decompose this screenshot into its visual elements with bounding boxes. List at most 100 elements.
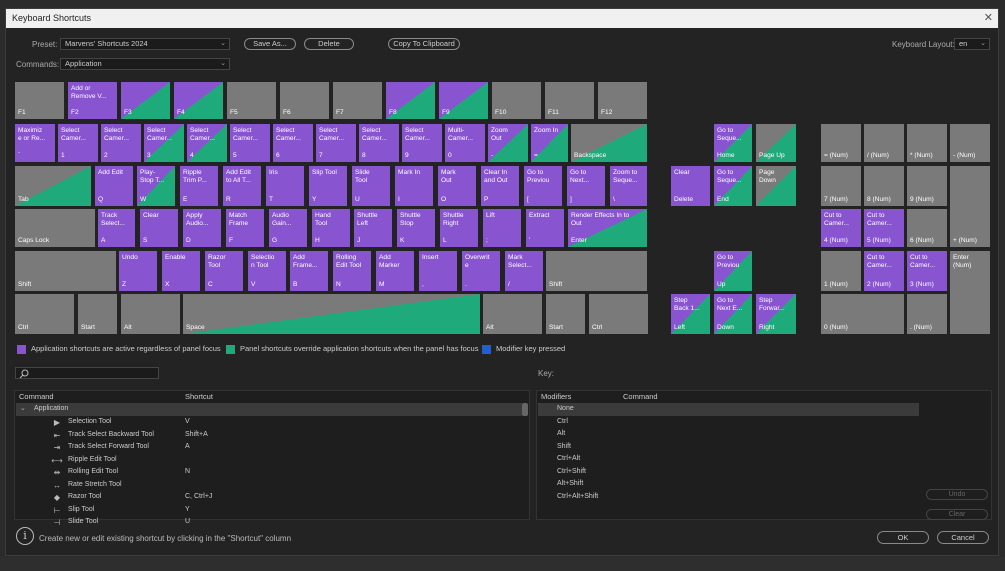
key-t[interactable]: Iris T: [266, 166, 304, 206]
key-down[interactable]: Go to Next E... Down: [714, 294, 752, 334]
key--num-[interactable]: = (Num): [821, 124, 861, 162]
command-row[interactable]: ↔ Rate Stretch Tool: [16, 479, 522, 492]
key-space[interactable]: Space: [183, 294, 480, 334]
key-n[interactable]: Rolling Edit Tool N: [333, 251, 371, 291]
key-home[interactable]: Go to Seque... Home: [714, 124, 752, 162]
key-7[interactable]: Select Camer... 7: [316, 124, 356, 162]
key-f1[interactable]: F1: [15, 82, 64, 119]
key-f5[interactable]: F5: [227, 82, 276, 119]
key-u[interactable]: Slide Tool U: [352, 166, 390, 206]
key--[interactable]: Extract ': [526, 209, 564, 247]
key-end[interactable]: Go to Seque... End: [714, 166, 752, 206]
shortcut-column-header[interactable]: Shortcut: [185, 392, 213, 401]
key-blank[interactable]: Enter (Num): [950, 251, 990, 334]
key-z[interactable]: Undo Z: [119, 251, 157, 291]
key--num-[interactable]: . (Num): [907, 294, 947, 334]
key-y[interactable]: Slip Tool Y: [309, 166, 347, 206]
modifier-row[interactable]: Ctrl+Alt: [538, 453, 919, 466]
modifier-row[interactable]: None: [538, 403, 919, 416]
key-backspace[interactable]: Backspace: [571, 124, 647, 162]
command-column-header[interactable]: Command: [19, 392, 54, 401]
key-f10[interactable]: F10: [492, 82, 541, 119]
key-r[interactable]: Add Edit to All T... R: [223, 166, 261, 206]
key--[interactable]: Go to Previou [: [524, 166, 562, 206]
key-shift[interactable]: Shift: [546, 251, 647, 291]
key-delete[interactable]: Clear Delete: [671, 166, 710, 206]
key-enter[interactable]: Render Effects In to Out Enter: [568, 209, 647, 247]
command-row[interactable]: ▶ Selection Tool V: [16, 416, 522, 429]
key--num-[interactable]: + (Num): [950, 166, 990, 247]
key-9[interactable]: Select Camer... 9: [402, 124, 442, 162]
key-a[interactable]: Track Select... A: [98, 209, 135, 247]
key-f6[interactable]: F6: [280, 82, 329, 119]
key--[interactable]: Insert,: [419, 251, 457, 291]
key-4[interactable]: Select Camer... 4: [187, 124, 227, 162]
key-ctrl[interactable]: Ctrl: [589, 294, 648, 334]
key-f4[interactable]: F4: [174, 82, 223, 119]
group-row-application[interactable]: ⌄ Application: [16, 403, 522, 416]
key-page-up[interactable]: Page Up: [756, 124, 796, 162]
ok-button[interactable]: OK: [877, 531, 929, 544]
key-6-num-[interactable]: 6 (Num): [907, 209, 947, 247]
key-p[interactable]: Clear In and Out P: [481, 166, 519, 206]
command-row[interactable]: ◆ Razor Tool C, Ctrl+J: [16, 491, 522, 504]
shortcut-cell[interactable]: A: [185, 441, 190, 454]
key-right[interactable]: Step Forwar... Right: [756, 294, 796, 334]
key--[interactable]: Overwrit e.: [462, 251, 500, 291]
modifier-row[interactable]: Alt: [538, 428, 919, 441]
modifier-row[interactable]: Alt+Shift: [538, 478, 919, 491]
key-2[interactable]: Select Camer... 2: [101, 124, 141, 162]
key-b[interactable]: Add Frame... B: [290, 251, 328, 291]
key-0[interactable]: Multi- Camer... 0: [445, 124, 485, 162]
modifier-row[interactable]: Shift: [538, 441, 919, 454]
key-m[interactable]: Add Marker M: [376, 251, 414, 291]
key--num-[interactable]: - (Num): [950, 124, 990, 162]
command-row[interactable]: ⊢ Slip Tool Y: [16, 504, 522, 517]
key-left[interactable]: Step Back 1... Left: [671, 294, 710, 334]
key-j[interactable]: Shuttle Left J: [354, 209, 392, 247]
key-caps-lock[interactable]: Caps Lock: [15, 209, 95, 247]
key-f9[interactable]: F9: [439, 82, 488, 119]
key-8[interactable]: Select Camer... 8: [359, 124, 399, 162]
key-s[interactable]: Clear S: [140, 209, 178, 247]
key-d[interactable]: Apply Audio... D: [183, 209, 221, 247]
key--[interactable]: Mark Select... /: [505, 251, 543, 291]
key--[interactable]: Go to Next...]: [567, 166, 605, 206]
command-row[interactable]: ⇹ Rolling Edit Tool N: [16, 466, 522, 479]
key-6[interactable]: Select Camer... 6: [273, 124, 313, 162]
key-blank[interactable]: Page Down: [756, 166, 796, 206]
key-start[interactable]: Start: [78, 294, 117, 334]
key-x[interactable]: Enable X: [162, 251, 200, 291]
key-tab[interactable]: Tab: [15, 166, 91, 206]
key-i[interactable]: Mark In I: [395, 166, 433, 206]
key-o[interactable]: Mark Out O: [438, 166, 476, 206]
key-5-num-[interactable]: Cut to Camer... 5 (Num): [864, 209, 904, 247]
key-4-num-[interactable]: Cut to Camer... 4 (Num): [821, 209, 861, 247]
key-1-num-[interactable]: 1 (Num): [821, 251, 861, 291]
shortcut-cell[interactable]: Shift+A: [185, 429, 208, 442]
key-2-num-[interactable]: Cut to Camer... 2 (Num): [864, 251, 904, 291]
key-f11[interactable]: F11: [545, 82, 594, 119]
command-row[interactable]: ⇤ Track Select Backward Tool Shift+A: [16, 429, 522, 442]
key-3[interactable]: Select Camer... 3: [144, 124, 184, 162]
key-1[interactable]: Select Camer... 1: [58, 124, 98, 162]
search-input[interactable]: [15, 367, 159, 379]
shortcut-cell[interactable]: Y: [185, 504, 190, 517]
shortcut-cell[interactable]: U: [185, 516, 190, 529]
cancel-button[interactable]: Cancel: [937, 531, 989, 544]
shortcut-cell[interactable]: V: [185, 416, 190, 429]
command-row[interactable]: ⊣ Slide Tool U: [16, 516, 522, 529]
key-f2[interactable]: Add or Remove V... F2: [68, 82, 117, 119]
undo-button[interactable]: Undo: [926, 489, 988, 500]
key-3-num-[interactable]: Cut to Camer... 3 (Num): [907, 251, 947, 291]
key--[interactable]: Zoom Out -: [488, 124, 528, 162]
key-f[interactable]: Match Frame F: [226, 209, 264, 247]
key-f3[interactable]: F3: [121, 82, 170, 119]
scrollbar-thumb[interactable]: [522, 403, 528, 416]
key-q[interactable]: Add Edit Q: [95, 166, 133, 206]
key-alt[interactable]: Alt: [121, 294, 180, 334]
key-l[interactable]: Shuttle Right L: [440, 209, 478, 247]
key-up[interactable]: Go to Previou Up: [714, 251, 752, 291]
key-f7[interactable]: F7: [333, 82, 382, 119]
key-shift[interactable]: Shift: [15, 251, 116, 291]
